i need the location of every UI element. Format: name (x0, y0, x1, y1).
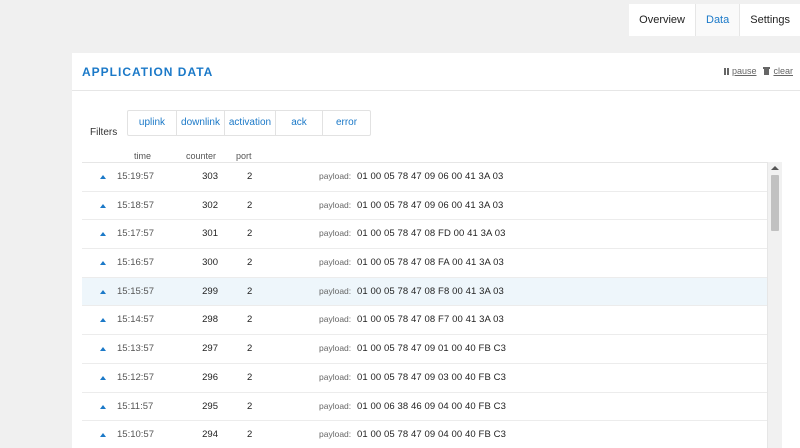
row-counter: 301 (202, 228, 218, 240)
row-counter: 299 (202, 285, 218, 297)
payload-label: payload: (319, 343, 352, 354)
row-time: 15:12:57 (117, 371, 154, 383)
row-counter: 294 (202, 429, 218, 441)
table-row[interactable]: 15:11:57 295 2 payload: 01 00 06 38 46 09 04… (82, 393, 782, 422)
row-time: 15:14:57 (117, 314, 154, 326)
table-row[interactable]: 15:16:57 300 2 payload: 01 00 05 78 47 08 FA… (82, 249, 782, 278)
panel-actions: pause clear (717, 66, 793, 76)
payload-label: payload: (319, 400, 352, 411)
uplink-arrow-icon (100, 261, 106, 266)
uplink-arrow-icon (100, 203, 106, 208)
table-row[interactable]: 15:13:57 297 2 payload: 01 00 05 78 47 09 01… (82, 335, 782, 364)
payload-value: 01 00 05 78 47 08 FD 00 41 3A 03 (357, 228, 506, 240)
filter-activation[interactable]: activation (224, 111, 275, 135)
payload-label: payload: (319, 171, 352, 181)
row-port: 2 (247, 314, 253, 326)
row-port: 2 (247, 343, 253, 355)
clear-label: clear (773, 66, 793, 76)
payload-label: payload: (319, 199, 352, 210)
filter-group: uplink downlink activation ack error (127, 110, 371, 136)
payload-value: 01 00 05 78 47 09 04 00 40 FB C3 (357, 429, 506, 441)
payload-label: payload: (319, 371, 352, 382)
pause-label: pause (731, 66, 757, 76)
payload-value: 01 00 05 78 47 08 FA 00 41 3A 03 (357, 257, 504, 269)
row-counter: 303 (202, 171, 218, 182)
top-nav-tabs: Overview Data Settings (629, 4, 800, 36)
uplink-arrow-icon (100, 404, 106, 409)
uplink-arrow-icon (100, 232, 106, 237)
uplink-arrow-icon (100, 347, 106, 352)
payload-value: 01 00 05 78 47 08 F7 00 41 3A 03 (357, 314, 504, 326)
payload-value: 01 00 05 78 47 09 06 00 41 3A 03 (357, 199, 504, 211)
row-time: 15:18:57 (117, 199, 154, 211)
row-port: 2 (247, 228, 253, 240)
table-row[interactable]: 15:15:57 299 2 payload: 01 00 05 78 47 08 F8… (82, 277, 782, 307)
tab-data[interactable]: Data (695, 4, 740, 36)
row-counter: 296 (202, 371, 218, 383)
row-time: 15:15:57 (117, 285, 154, 297)
table-row[interactable]: 15:17:57 301 2 payload: 01 00 05 78 47 08 FD… (82, 220, 782, 250)
scrollbar-thumb[interactable] (771, 175, 779, 231)
application-data-panel: APPLICATION DATA pause clear Filters upl… (72, 53, 800, 448)
column-header-counter[interactable]: counter (186, 151, 216, 161)
pause-icon (723, 67, 729, 75)
table-row[interactable]: 15:12:57 296 2 payload: 01 00 05 78 47 09 03… (82, 364, 782, 393)
tab-overview[interactable]: Overview (629, 4, 695, 36)
row-time: 15:17:57 (117, 228, 154, 240)
payload-label: payload: (319, 314, 352, 325)
row-counter: 297 (202, 343, 218, 355)
column-header-port[interactable]: port (236, 151, 252, 161)
filters-label: Filters (90, 127, 118, 138)
row-port: 2 (247, 285, 253, 297)
row-port: 2 (247, 371, 253, 383)
row-time: 15:19:57 (117, 171, 154, 182)
column-header-time[interactable]: time (134, 151, 151, 161)
uplink-arrow-icon (100, 318, 106, 323)
payload-value: 01 00 05 78 47 08 F8 00 41 3A 03 (357, 285, 504, 297)
pause-button[interactable]: pause (723, 66, 757, 76)
uplink-arrow-icon (100, 433, 106, 438)
row-port: 2 (247, 199, 253, 211)
page-title: APPLICATION DATA (82, 65, 214, 79)
row-counter: 298 (202, 314, 218, 326)
filter-uplink[interactable]: uplink (128, 111, 176, 135)
uplink-arrow-icon (100, 289, 106, 294)
payload-label: payload: (319, 228, 352, 239)
row-port: 2 (247, 429, 253, 441)
filter-downlink[interactable]: downlink (176, 111, 224, 135)
scroll-up-arrow-icon[interactable] (771, 166, 779, 170)
data-table: 15:19:57 303 2 payload: 01 00 05 78 47 09 06… (82, 162, 782, 448)
table-row[interactable]: 15:18:57 302 2 payload: 01 00 05 78 47 09 06… (82, 192, 782, 221)
row-counter: 295 (202, 400, 218, 412)
row-counter: 302 (202, 199, 218, 211)
row-port: 2 (247, 171, 253, 182)
filter-ack[interactable]: ack (275, 111, 322, 135)
payload-label: payload: (319, 429, 352, 440)
table-row[interactable]: 15:19:57 303 2 payload: 01 00 05 78 47 09 06… (82, 163, 782, 192)
payload-label: payload: (319, 285, 352, 296)
row-time: 15:11:57 (117, 400, 154, 412)
row-port: 2 (247, 257, 253, 269)
panel-header: APPLICATION DATA pause clear (72, 53, 800, 91)
payload-value: 01 00 05 78 47 09 03 00 40 FB C3 (357, 371, 506, 383)
trash-icon (763, 67, 771, 75)
payload-label: payload: (319, 257, 352, 268)
row-counter: 300 (202, 257, 218, 269)
uplink-arrow-icon (100, 175, 106, 179)
row-port: 2 (247, 400, 253, 412)
row-time: 15:16:57 (117, 257, 154, 269)
tab-settings[interactable]: Settings (739, 4, 800, 36)
vertical-scrollbar[interactable] (767, 162, 782, 448)
row-time: 15:10:57 (117, 429, 154, 441)
payload-value: 01 00 05 78 47 09 01 00 40 FB C3 (357, 343, 506, 355)
payload-value: 01 00 06 38 46 09 04 00 40 FB C3 (357, 400, 506, 412)
table-row[interactable]: 15:14:57 298 2 payload: 01 00 05 78 47 08 F7… (82, 306, 782, 336)
filter-error[interactable]: error (322, 111, 370, 135)
uplink-arrow-icon (100, 375, 106, 380)
table-row[interactable]: 15:10:57 294 2 payload: 01 00 05 78 47 09 04… (82, 421, 782, 448)
clear-button[interactable]: clear (763, 66, 793, 76)
payload-value: 01 00 05 78 47 09 06 00 41 3A 03 (357, 171, 504, 182)
row-time: 15:13:57 (117, 343, 154, 355)
